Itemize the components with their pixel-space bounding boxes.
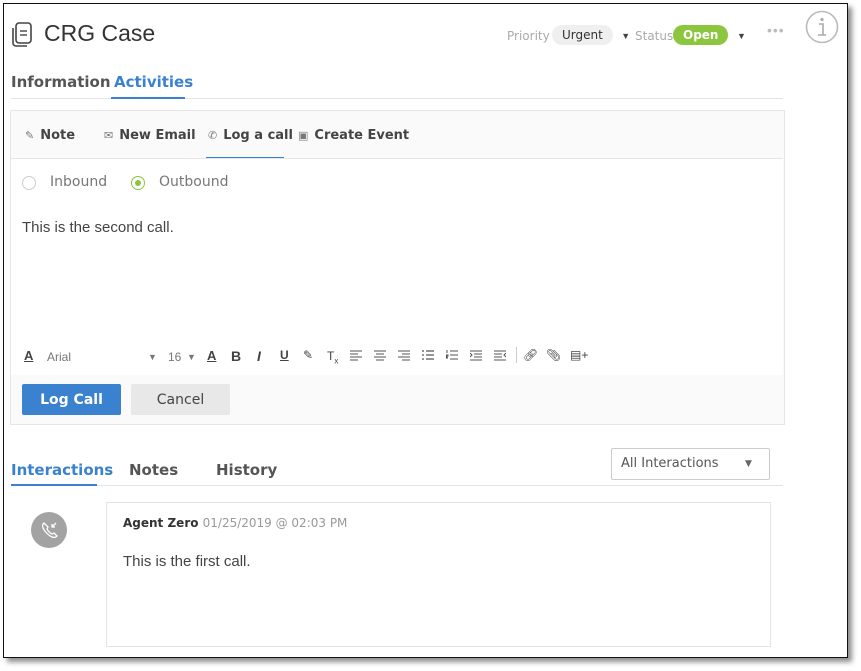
status-dropdown[interactable]: Open ▼ (673, 25, 746, 45)
tab-interactions[interactable]: Interactions (11, 461, 113, 479)
tab-label: Log a call (223, 128, 293, 143)
page-title: CRG Case (44, 20, 156, 46)
composer-tab-create-event[interactable]: ▣ Create Event (298, 128, 409, 143)
tab-information[interactable]: Information (11, 73, 111, 91)
format-painter-icon[interactable]: ✎ (303, 348, 313, 362)
italic-icon[interactable]: I (257, 348, 261, 364)
interaction-author[interactable]: Agent Zero (123, 516, 198, 530)
pencil-icon: ✎ (25, 129, 35, 142)
caret-down-icon[interactable]: ▼ (187, 352, 196, 362)
active-tab-indicator (11, 484, 97, 486)
caret-down-icon: ▼ (621, 31, 631, 41)
tab-activities[interactable]: Activities (114, 73, 193, 91)
link-icon[interactable]: 🔗︎ (523, 348, 538, 362)
divider (11, 485, 783, 486)
inbound-radio[interactable] (22, 176, 36, 190)
interaction-body: This is the first call. (123, 553, 251, 570)
clear-formatting-icon[interactable]: Tx (327, 349, 338, 365)
numbered-list-icon[interactable] (446, 350, 458, 361)
bulleted-list-icon[interactable] (422, 350, 434, 361)
composer-tab-note[interactable]: ✎ Note (25, 128, 75, 143)
tab-label: Note (40, 128, 76, 143)
tab-label: Create Event (314, 128, 410, 143)
filter-value: All Interactions (621, 456, 719, 471)
font-family-select[interactable]: Arial (47, 350, 71, 364)
interaction-header: Agent Zero 01/25/2019 @ 02:03 PM (123, 516, 347, 531)
status-badge: Open (673, 25, 729, 45)
tab-history[interactable]: History (216, 461, 277, 479)
ellipsis-icon[interactable]: ••• (767, 22, 785, 38)
interaction-timestamp: 01/25/2019 @ 02:03 PM (202, 516, 348, 530)
active-tab-indicator (111, 97, 185, 99)
document-icon (12, 22, 32, 47)
insert-template-icon[interactable]: ▤+ (570, 348, 588, 362)
underline-icon[interactable]: U (280, 348, 289, 362)
align-left-icon[interactable] (350, 350, 362, 361)
outbound-label[interactable]: Outbound (159, 174, 228, 190)
interaction-filter-select[interactable]: All Interactions ▼ (611, 448, 770, 480)
caret-down-icon: ▼ (745, 459, 752, 469)
calendar-icon: ▣ (298, 129, 309, 142)
composer-tab-new-email[interactable]: ✉ New Email (104, 128, 196, 143)
caret-down-icon: ▼ (736, 31, 746, 41)
tab-notes[interactable]: Notes (129, 461, 178, 479)
phone-icon: ✆ (208, 129, 218, 142)
align-center-icon[interactable] (374, 350, 386, 361)
font-size-select[interactable]: 16 (168, 350, 181, 364)
outbound-radio[interactable] (131, 176, 145, 190)
outdent-icon[interactable] (494, 350, 506, 361)
envelope-icon: ✉ (104, 129, 114, 142)
status-label: Status (635, 29, 674, 43)
call-direction-group (11, 158, 783, 210)
indent-icon[interactable] (470, 350, 482, 361)
cancel-button[interactable]: Cancel (131, 384, 230, 415)
inbound-label[interactable]: Inbound (50, 174, 107, 190)
priority-value: Urgent (552, 25, 613, 45)
caret-down-icon[interactable]: ▼ (148, 352, 157, 362)
attachment-icon[interactable]: 📎︎ (546, 348, 561, 362)
priority-label: Priority (507, 29, 550, 43)
bold-icon[interactable]: B (231, 348, 241, 364)
incoming-call-icon (31, 512, 67, 548)
log-call-button[interactable]: Log Call (22, 384, 121, 415)
font-color-icon[interactable]: A (24, 348, 33, 363)
priority-dropdown[interactable]: Urgent ▼ (552, 25, 630, 45)
align-right-icon[interactable] (398, 350, 410, 361)
toolbar-separator (516, 347, 517, 363)
interaction-card: Agent Zero 01/25/2019 @ 02:03 PM This is… (106, 502, 771, 647)
editor-content[interactable]: This is the second call. (22, 219, 174, 236)
composer-tab-log-a-call[interactable]: ✆ Log a call (208, 128, 293, 143)
text-color-icon[interactable]: A (207, 348, 216, 363)
tab-label: New Email (119, 128, 196, 143)
info-icon[interactable] (805, 10, 839, 44)
